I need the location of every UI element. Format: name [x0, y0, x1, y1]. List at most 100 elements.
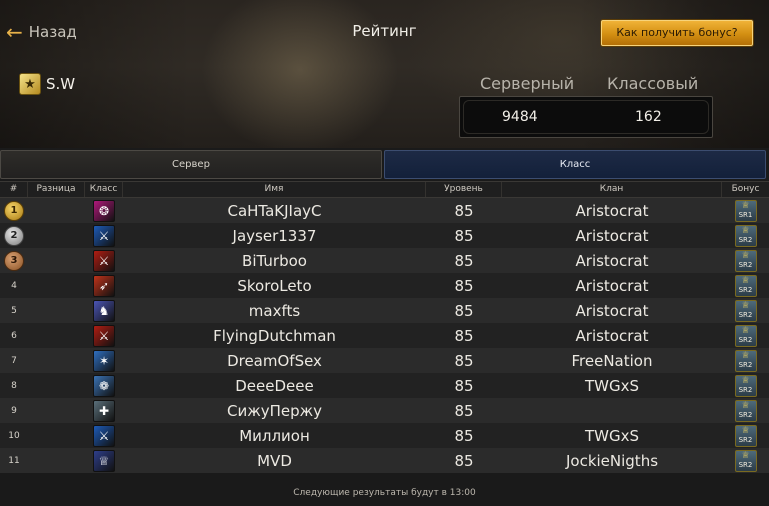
rank-number: 10 — [8, 430, 20, 441]
cup-icon: ♕ — [741, 350, 750, 361]
bonus-tier-label: SR2 — [738, 360, 753, 369]
clan-cell: FreeNation — [571, 351, 653, 370]
bonus-cell: ♕ SR2 — [722, 424, 769, 447]
archer-icon: ➶ — [93, 274, 115, 297]
clan-cell: TWGxS — [584, 426, 640, 445]
table-row[interactable]: 3 ⚔ BiTurboo 85 Aristocrat ♕ SR2 — [0, 248, 769, 273]
rank-number: 5 — [11, 305, 17, 316]
server-score-label: Серверный — [480, 74, 575, 93]
paladin-icon: ♕ — [93, 449, 115, 472]
warrior-blue-icon: ⚔ — [93, 224, 115, 247]
trophy-icon[interactable]: ♕ SR2 — [734, 449, 757, 472]
trophy-icon[interactable]: ♕ SR1 — [734, 199, 757, 222]
level-cell: 85 — [454, 226, 474, 245]
table-row[interactable]: 2 ⚔ Jayser1337 85 Aristocrat ♕ SR2 — [0, 223, 769, 248]
col-diff: Разница — [28, 182, 85, 197]
cup-icon: ♕ — [741, 450, 750, 461]
rank-medal-icon: 2 — [0, 225, 28, 246]
table-row[interactable]: 11 ♕ MVD 85 JockieNigths ♕ SR2 — [0, 448, 769, 473]
trophy-icon[interactable]: ♕ SR2 — [734, 249, 757, 272]
player-name-cell: SkoroLeto — [237, 276, 312, 295]
clan-cell: TWGxS — [584, 376, 640, 395]
bonus-cell: ♕ SR2 — [722, 274, 769, 297]
table-row[interactable]: 10 ⚔ Миллион 85 TWGxS ♕ SR2 — [0, 423, 769, 448]
trophy-icon[interactable]: ♕ SR2 — [734, 424, 757, 447]
mystic-icon: ❂ — [93, 199, 115, 222]
bonus-tier-label: SR2 — [738, 260, 753, 269]
class-cell: ♕ — [85, 449, 123, 472]
bonus-tier-label: SR2 — [738, 235, 753, 244]
player-name-cell: DreamOfSex — [227, 351, 322, 370]
cup-icon: ♕ — [741, 325, 750, 336]
how-to-get-bonus-button[interactable]: Как получить бонус? — [601, 20, 753, 46]
bonus-cell: ♕ SR2 — [722, 374, 769, 397]
trophy-icon[interactable]: ♕ SR2 — [734, 399, 757, 422]
level-cell: 85 — [454, 251, 474, 270]
level-cell: 85 — [454, 426, 474, 445]
clan-cell: Aristocrat — [575, 226, 649, 245]
level-cell: 85 — [454, 301, 474, 320]
player-name-cell: FlyingDutchman — [213, 326, 336, 345]
trophy-icon[interactable]: ♕ SR2 — [734, 349, 757, 372]
bonus-tier-label: SR2 — [738, 435, 753, 444]
table-row[interactable]: 9 ✚ СижуПержу 85 ♕ SR2 — [0, 398, 769, 423]
class-cell: ⚔ — [85, 249, 123, 272]
cup-icon: ♕ — [741, 300, 750, 311]
player-name-cell: Миллион — [239, 426, 310, 445]
trophy-icon[interactable]: ♕ SR2 — [734, 274, 757, 297]
rank-number: 6 — [11, 330, 17, 341]
class-score-label: Классовый — [607, 74, 699, 93]
col-name: Имя — [123, 182, 426, 197]
trophy-icon[interactable]: ♕ SR2 — [734, 324, 757, 347]
player-info: ★ S.W — [19, 73, 75, 95]
class-cell: ✶ — [85, 349, 123, 372]
rank-number: 4 — [11, 280, 17, 291]
class-cell: ♞ — [85, 299, 123, 322]
bonus-tier-label: SR2 — [738, 410, 753, 419]
bonus-cell: ♕ SR2 — [722, 449, 769, 472]
class-score-value: 162 — [635, 109, 662, 125]
cup-icon: ♕ — [741, 200, 750, 211]
medal-icon: 3 — [4, 250, 24, 271]
bonus-cell: ♕ SR2 — [722, 249, 769, 272]
bonus-tier-label: SR2 — [738, 385, 753, 394]
table-row[interactable]: 8 ❁ DeeeDeee 85 TWGxS ♕ SR2 — [0, 373, 769, 398]
table-row[interactable]: 1 ❂ CaHTaKJIayC 85 Aristocrat ♕ SR1 — [0, 198, 769, 223]
clan-cell: Aristocrat — [575, 276, 649, 295]
clan-cell: JockieNigths — [565, 451, 659, 470]
table-row[interactable]: 4 ➶ SkoroLeto 85 Aristocrat ♕ SR2 — [0, 273, 769, 298]
trophy-icon[interactable]: ♕ SR2 — [734, 374, 757, 397]
player-name-cell: DeeeDeee — [235, 376, 314, 395]
player-name-cell: CaHTaKJIayC — [227, 201, 322, 220]
bonus-cell: ♕ SR2 — [722, 399, 769, 422]
level-cell: 85 — [454, 326, 474, 345]
trophy-icon[interactable]: ♕ SR2 — [734, 224, 757, 247]
medal-icon: 2 — [4, 225, 24, 246]
rank-number: 9 — [11, 405, 17, 416]
rogue-icon: ✶ — [93, 349, 115, 372]
trophy-icon[interactable]: ♕ SR2 — [734, 299, 757, 322]
col-class: Класс — [85, 182, 123, 197]
table-row[interactable]: 7 ✶ DreamOfSex 85 FreeNation ♕ SR2 — [0, 348, 769, 373]
level-cell: 85 — [454, 276, 474, 295]
tab-class[interactable]: Класс — [384, 150, 766, 179]
bonus-tier-label: SR2 — [738, 310, 753, 319]
next-results-note: Следующие результаты будут в 13:00 — [293, 488, 476, 498]
class-cell: ⚔ — [85, 324, 123, 347]
col-bonus: Бонус — [731, 184, 760, 194]
tab-server[interactable]: Сервер — [0, 150, 382, 179]
rank-number: 11 — [8, 455, 20, 466]
level-cell: 85 — [454, 201, 474, 220]
player-name-cell: Jayser1337 — [232, 226, 317, 245]
clan-cell: Aristocrat — [575, 301, 649, 320]
col-num: # — [0, 182, 28, 197]
healer-icon: ✚ — [93, 399, 115, 422]
table-row[interactable]: 5 ♞ maxfts 85 Aristocrat ♕ SR2 — [0, 298, 769, 323]
clan-cell: Aristocrat — [575, 201, 649, 220]
cup-icon: ♕ — [741, 400, 750, 411]
class-cell: ⚔ — [85, 224, 123, 247]
player-name-cell: maxfts — [248, 301, 301, 320]
table-row[interactable]: 6 ⚔ FlyingDutchman 85 Aristocrat ♕ SR2 — [0, 323, 769, 348]
level-cell: 85 — [454, 376, 474, 395]
warrior-red-icon: ⚔ — [93, 324, 115, 347]
